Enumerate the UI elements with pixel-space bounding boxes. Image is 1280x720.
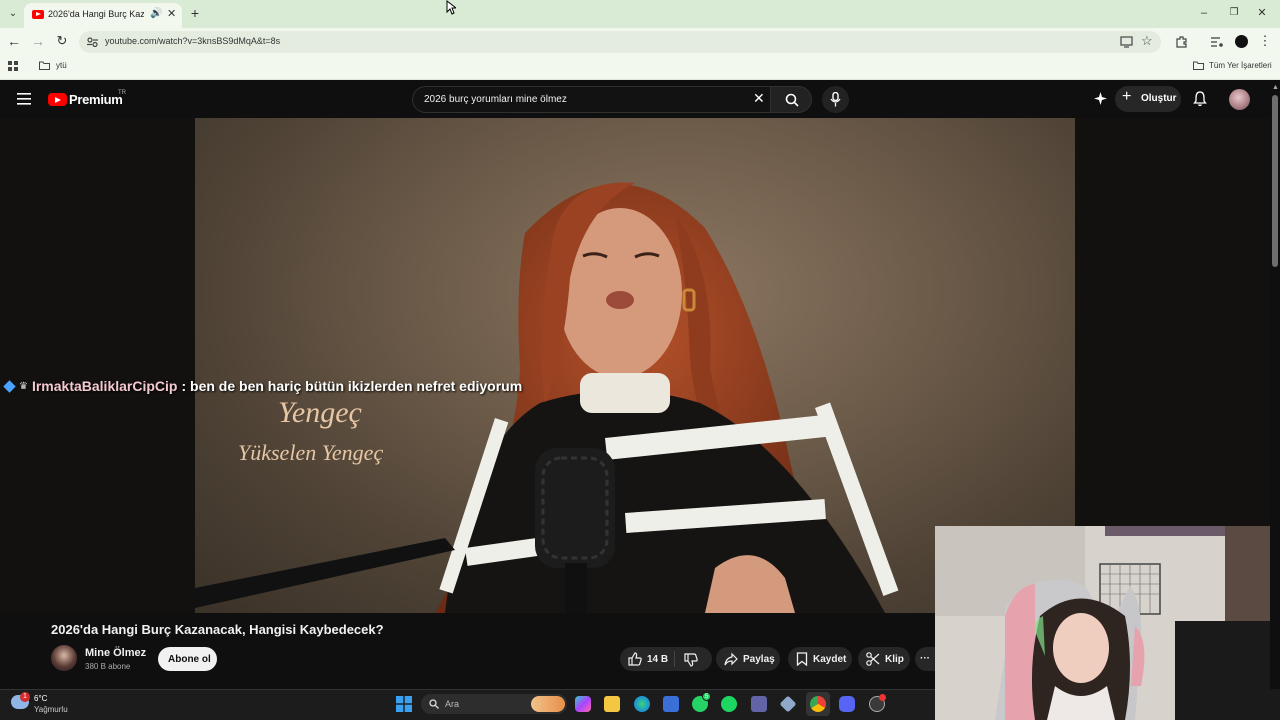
notifications-bell-icon[interactable] [1193,91,1207,107]
speaker-icon[interactable]: 🔊 [150,8,162,19]
overlay-sign-title: Yengeç [278,396,362,429]
microsoft-store-icon[interactable] [663,696,679,712]
search-icon [429,699,439,709]
channel-avatar[interactable] [51,645,77,671]
dislike-icon[interactable] [684,653,698,667]
youtube-favicon-icon [32,10,44,19]
clear-search-icon[interactable]: ✕ [753,90,765,107]
hamburger-menu-icon[interactable] [17,93,31,105]
video-title: 2026'da Hangi Burç Kazanacak, Hangisi Ka… [51,622,384,637]
url-text: youtube.com/watch?v=3knsBS9dMqA&t=8s [105,36,281,46]
install-app-icon[interactable] [1120,36,1133,48]
webcam-scene-graphic [935,526,1280,720]
address-bar[interactable]: youtube.com/watch?v=3knsBS9dMqA&t=8s ☆ [79,31,1161,53]
create-label: Oluştur [1141,93,1177,104]
save-button[interactable]: Kaydet [788,647,852,671]
mouse-cursor-icon [446,0,456,15]
crown-icon: ♛ [19,380,28,392]
share-button[interactable]: Paylaş [716,647,780,671]
media-controls-icon[interactable] [1211,36,1223,47]
browser-menu-icon[interactable]: ⋮ [1258,31,1272,51]
tab-close-icon[interactable]: ✕ [167,7,176,20]
share-icon [724,652,738,666]
weather-temperature[interactable]: 6°C [34,694,47,703]
account-avatar[interactable] [1229,89,1250,110]
clip-label: Klip [885,654,904,665]
more-actions-button[interactable]: ··· [915,647,935,671]
subscribe-button[interactable]: Abone ol [158,647,217,671]
copilot-icon[interactable] [575,696,591,712]
apps-grid-icon[interactable] [8,61,19,72]
tab-title: 2026'da Hangi Burç Kazanacak [48,9,144,19]
chat-username: IrmaktaBaliklarCipCip [31,378,178,394]
folder-icon [39,61,50,70]
extensions-icon[interactable] [1175,35,1188,48]
like-dislike-group: 14 B [620,647,712,671]
badge-cube-icon [3,379,16,393]
clip-button[interactable]: Klip [858,647,910,671]
profile-avatar[interactable] [1235,35,1248,48]
search-icon [785,93,799,107]
like-count[interactable]: 14 B [647,654,668,665]
all-bookmarks-button[interactable]: Tüm Yer İşaretleri [1193,61,1272,70]
search-box[interactable]: 2026 burç yorumları mine ölmez ✕ [412,86,770,113]
microphone-icon [830,92,841,107]
tab-youtube[interactable]: 2026'da Hangi Burç Kazanacak 🔊 ✕ [24,3,182,28]
all-bookmarks-label: Tüm Yer İşaretleri [1209,61,1272,70]
share-label: Paylaş [743,654,775,665]
ai-sparkle-icon[interactable] [1093,92,1108,106]
scissors-icon [866,652,880,666]
taskbar-search-placeholder: Ara [445,699,460,709]
discord-icon[interactable] [839,696,855,712]
subscribe-label: Abone ol [168,654,211,665]
reload-button[interactable]: ↻ [53,31,71,51]
search-input[interactable]: 2026 burç yorumları mine ölmez [424,94,567,105]
search-button[interactable] [770,86,812,113]
new-tab-button[interactable]: + [186,3,204,23]
youtube-premium-label[interactable]: Premium [69,92,123,107]
more-actions-icon: ··· [920,653,930,664]
like-divider [674,651,675,667]
bookmark-icon [796,652,808,666]
site-info-icon[interactable] [87,37,98,47]
chat-overlay-line: ♛ IrmaktaBaliklarCipCip : ben de ben har… [3,378,523,394]
minimize-button[interactable]: – [1195,3,1213,23]
page-scrollbar-thumb[interactable] [1272,95,1278,267]
maximize-button[interactable]: ❐ [1225,3,1243,23]
scroll-up-arrow-icon[interactable]: ▲ [1272,84,1279,91]
spotify-icon[interactable] [721,696,737,712]
bookmark-star-icon[interactable]: ☆ [1141,33,1153,49]
whatsapp-badge: 5 [702,692,711,701]
chrome-icon[interactable] [810,696,826,712]
webcam-overlay [935,526,1280,720]
taskbar-search-box[interactable]: Ara [421,694,567,714]
forward-button[interactable]: → [29,31,47,51]
save-label: Kaydet [813,654,847,665]
overlay-sign-subtitle: Yükselen Yengeç [238,440,384,465]
teams-icon[interactable] [751,696,767,712]
tab-search-chevron-icon[interactable]: ⌄ [4,4,22,22]
bookmark-folder-ytu[interactable]: ytü [39,61,67,70]
voice-search-button[interactable] [822,86,849,113]
windows-start-icon[interactable] [396,696,412,712]
window-close-button[interactable]: ✕ [1253,3,1271,23]
like-icon[interactable] [628,652,642,666]
folder-icon [1193,61,1204,70]
subscriber-count: 380 B abone [85,662,131,671]
weather-badge: 1 [20,692,30,702]
bookmark-label: ytü [56,61,67,70]
notification-dot [879,694,886,701]
bookmarks-bar [0,55,1280,80]
plus-icon: + [1122,88,1132,105]
search-highlight-image [531,696,565,712]
file-explorer-icon[interactable] [604,696,620,712]
chat-message: : ben de ben hariç bütün ikizlerden nefr… [181,378,523,394]
back-button[interactable]: ← [5,31,23,51]
youtube-logo-icon[interactable] [48,93,67,106]
channel-name[interactable]: Mine Ölmez [85,647,146,659]
region-code: TR [118,90,126,96]
edge-browser-icon[interactable] [634,696,650,712]
weather-description[interactable]: Yağmurlu [34,705,68,714]
create-button[interactable]: + Oluştur [1115,86,1181,112]
